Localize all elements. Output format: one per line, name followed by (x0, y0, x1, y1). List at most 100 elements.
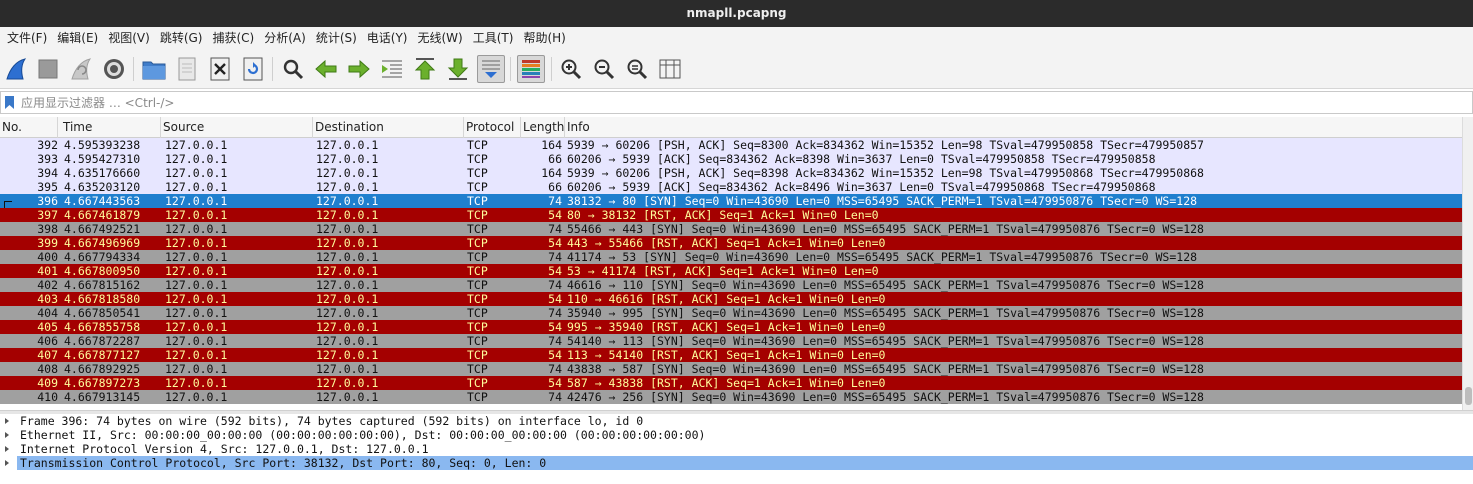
packet-row[interactable]: 398 4.667492521 127.0.0.1 127.0.0.1 TCP 74 554… (0, 222, 1462, 236)
cell-source: 127.0.0.1 (165, 208, 228, 222)
zoom-normal-icon[interactable] (623, 55, 651, 83)
packet-details-tree: Frame 396: 74 bytes on wire (592 bits), … (0, 414, 1473, 484)
open-folder-icon[interactable] (140, 55, 168, 83)
file-icon[interactable] (173, 55, 201, 83)
detail-tree-label: Internet Protocol Version 4, Src: 127.0.… (20, 442, 429, 456)
detail-tree-item[interactable]: Frame 396: 74 bytes on wire (592 bits), … (0, 414, 1473, 428)
expand-arrow-icon[interactable] (5, 446, 9, 452)
capture-options-gear-icon[interactable] (100, 55, 128, 83)
packet-row[interactable]: 392 4.595393238 127.0.0.1 127.0.0.1 TCP 164 59… (0, 138, 1462, 152)
cell-length: 66 (548, 180, 562, 194)
cell-length: 54 (548, 320, 562, 334)
menu-telephony[interactable]: 电话(Y) (362, 28, 413, 48)
menu-statistics[interactable]: 统计(S) (311, 28, 362, 48)
cell-source: 127.0.0.1 (165, 334, 228, 348)
menu-analyze[interactable]: 分析(A) (259, 28, 311, 48)
cell-info: 43838 → 587 [SYN] Seq=0 Win=43690 Len=0 … (567, 362, 1204, 376)
menu-file[interactable]: 文件(F) (2, 28, 52, 48)
cell-no: 393 (37, 152, 58, 166)
column-header-protocol[interactable]: Protocol (464, 117, 521, 138)
cell-destination: 127.0.0.1 (316, 166, 379, 180)
column-header-source[interactable]: Source (161, 117, 313, 138)
shark-fin-start-icon[interactable] (2, 55, 30, 83)
restart-capture-icon[interactable] (67, 55, 95, 83)
packet-row[interactable]: 401 4.667800950 127.0.0.1 127.0.0.1 TCP 54 53 … (0, 264, 1462, 278)
cell-protocol: TCP (467, 292, 488, 306)
packet-row[interactable]: 400 4.667794334 127.0.0.1 127.0.0.1 TCP 74 411… (0, 250, 1462, 264)
resize-columns-icon[interactable] (656, 55, 684, 83)
menu-view[interactable]: 视图(V) (103, 28, 155, 48)
packet-row[interactable]: 394 4.635176660 127.0.0.1 127.0.0.1 TCP 164 59… (0, 166, 1462, 180)
go-forward-arrow-icon[interactable] (345, 55, 373, 83)
expand-arrow-icon[interactable] (5, 432, 9, 438)
go-first-packet-icon[interactable] (411, 55, 439, 83)
scrollbar-thumb[interactable] (1465, 387, 1472, 405)
packet-row[interactable]: 409 4.667897273 127.0.0.1 127.0.0.1 TCP 54 587… (0, 376, 1462, 390)
packet-row[interactable]: 404 4.667850541 127.0.0.1 127.0.0.1 TCP 74 359… (0, 306, 1462, 320)
column-header-destination[interactable]: Destination (313, 117, 464, 138)
cell-no: 410 (37, 390, 58, 404)
menu-wireless[interactable]: 无线(W) (413, 28, 468, 48)
cell-no: 392 (37, 138, 58, 152)
packet-row[interactable]: 406 4.667872287 127.0.0.1 127.0.0.1 TCP 74 541… (0, 334, 1462, 348)
packet-list-scrollbar[interactable] (1462, 117, 1473, 410)
cell-destination: 127.0.0.1 (316, 390, 379, 404)
colorize-icon[interactable] (517, 55, 545, 83)
detail-tree-item[interactable]: Transmission Control Protocol, Src Port:… (0, 456, 1473, 470)
packet-row[interactable]: 402 4.667815162 127.0.0.1 127.0.0.1 TCP 74 466… (0, 278, 1462, 292)
cell-info: 55466 → 443 [SYN] Seq=0 Win=43690 Len=0 … (567, 222, 1204, 236)
cell-info: 42476 → 256 [SYN] Seq=0 Win=43690 Len=0 … (567, 390, 1204, 404)
packet-row[interactable]: 399 4.667496969 127.0.0.1 127.0.0.1 TCP 54 443… (0, 236, 1462, 250)
go-last-packet-icon[interactable] (444, 55, 472, 83)
cell-source: 127.0.0.1 (165, 278, 228, 292)
zoom-in-icon[interactable] (557, 55, 585, 83)
close-file-icon[interactable] (206, 55, 234, 83)
go-back-arrow-icon[interactable] (312, 55, 340, 83)
packet-row[interactable]: 405 4.667855758 127.0.0.1 127.0.0.1 TCP 54 995… (0, 320, 1462, 334)
packet-row[interactable]: 408 4.667892925 127.0.0.1 127.0.0.1 TCP 74 438… (0, 362, 1462, 376)
packet-rows: 392 4.595393238 127.0.0.1 127.0.0.1 TCP 164 59… (0, 138, 1462, 404)
menu-tools[interactable]: 工具(T) (468, 28, 519, 48)
cell-source: 127.0.0.1 (165, 222, 228, 236)
menu-go[interactable]: 跳转(G) (155, 28, 208, 48)
detail-tree-item[interactable]: Internet Protocol Version 4, Src: 127.0.… (0, 442, 1473, 456)
packet-row[interactable]: 397 4.667461879 127.0.0.1 127.0.0.1 TCP 54 80 … (0, 208, 1462, 222)
menu-bar: 文件(F) 编辑(E) 视图(V) 跳转(G) 捕获(C) 分析(A) 统计(S… (0, 27, 1473, 49)
column-header-no[interactable]: No. (0, 117, 58, 138)
packet-row[interactable]: 407 4.667877127 127.0.0.1 127.0.0.1 TCP 54 113… (0, 348, 1462, 362)
detail-tree-item[interactable]: Ethernet II, Src: 00:00:00_00:00:00 (00:… (0, 428, 1473, 442)
cell-info: 53 → 41174 [RST, ACK] Seq=1 Ack=1 Win=0 … (567, 264, 879, 278)
cell-protocol: TCP (467, 376, 488, 390)
packet-row[interactable]: 393 4.595427310 127.0.0.1 127.0.0.1 TCP 66 602… (0, 152, 1462, 166)
expand-arrow-icon[interactable] (5, 418, 9, 424)
packet-row[interactable]: 403 4.667818580 127.0.0.1 127.0.0.1 TCP 54 110… (0, 292, 1462, 306)
cell-time: 4.635203120 (64, 180, 141, 194)
reload-icon[interactable] (239, 55, 267, 83)
cell-time: 4.667892925 (64, 362, 141, 376)
cell-info: 587 → 43838 [RST, ACK] Seq=1 Ack=1 Win=0… (567, 376, 886, 390)
expand-arrow-icon[interactable] (5, 460, 9, 466)
filter-bookmark-icon[interactable] (4, 95, 15, 110)
find-magnifier-icon[interactable] (279, 55, 307, 83)
cell-length: 54 (548, 264, 562, 278)
packet-row[interactable]: 396 4.667443563 127.0.0.1 127.0.0.1 TCP 74 381… (0, 194, 1462, 211)
cell-protocol: TCP (467, 362, 488, 376)
packet-row[interactable]: 395 4.635203120 127.0.0.1 127.0.0.1 TCP 66 602… (0, 180, 1462, 194)
menu-capture[interactable]: 捕获(C) (207, 28, 259, 48)
display-filter-input[interactable] (21, 93, 1466, 112)
cell-length: 54 (548, 292, 562, 306)
cell-destination: 127.0.0.1 (316, 180, 379, 194)
packet-row[interactable]: 410 4.667913145 127.0.0.1 127.0.0.1 TCP 74 424… (0, 390, 1462, 404)
go-to-packet-icon[interactable] (378, 55, 406, 83)
column-header-length[interactable]: Length (521, 117, 565, 138)
cell-no: 395 (37, 180, 58, 194)
menu-help[interactable]: 帮助(H) (518, 28, 570, 48)
zoom-out-icon[interactable] (590, 55, 618, 83)
stop-capture-icon[interactable] (34, 55, 62, 83)
autoscroll-icon[interactable] (477, 55, 505, 83)
cell-time: 4.667800950 (64, 264, 141, 278)
menu-edit[interactable]: 编辑(E) (52, 28, 103, 48)
cell-protocol: TCP (467, 166, 488, 180)
column-header-time[interactable]: Time (61, 117, 161, 138)
column-header-info[interactable]: Info (565, 117, 1462, 138)
